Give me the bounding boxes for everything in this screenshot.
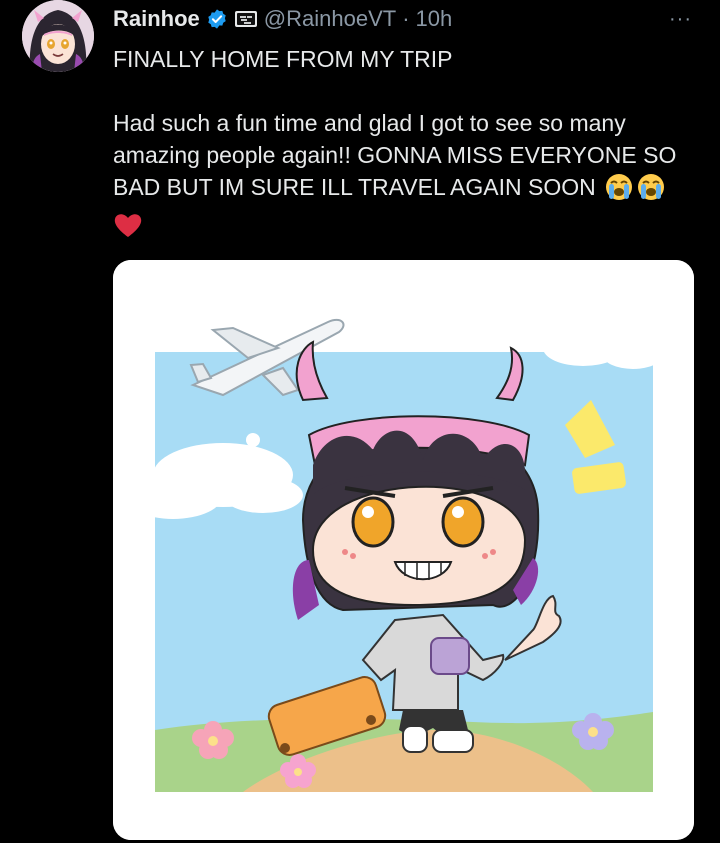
avatar-image — [22, 0, 94, 72]
timestamp[interactable]: 10h — [416, 6, 453, 32]
tweet-heart-line — [113, 209, 693, 247]
red-heart-icon — [113, 211, 143, 247]
affiliate-badge-icon[interactable] — [234, 8, 258, 30]
tweet-media-image[interactable] — [113, 260, 694, 840]
tweet-body: Had such a fun time and glad I got to se… — [113, 107, 693, 209]
tweet-body-text: Had such a fun time and glad I got to se… — [113, 110, 683, 200]
tweet-line-1: FINALLY HOME FROM MY TRIP — [113, 46, 453, 72]
display-name[interactable]: Rainhoe — [113, 6, 200, 32]
tweet-text: FINALLY HOME FROM MY TRIP Had such a fun… — [113, 43, 693, 247]
verified-badge-icon[interactable] — [206, 8, 228, 30]
author-handle[interactable]: @RainhoeVT — [264, 6, 396, 32]
loudly-crying-face-icon — [636, 173, 666, 209]
separator-dot: · — [402, 6, 410, 31]
loudly-crying-face-icon — [604, 173, 634, 209]
chibi-illustration — [113, 260, 694, 840]
avatar[interactable] — [22, 0, 94, 72]
more-options-icon[interactable]: ··· — [669, 8, 692, 31]
tweet-header: Rainhoe @RainhoeVT · 10h — [113, 4, 452, 34]
